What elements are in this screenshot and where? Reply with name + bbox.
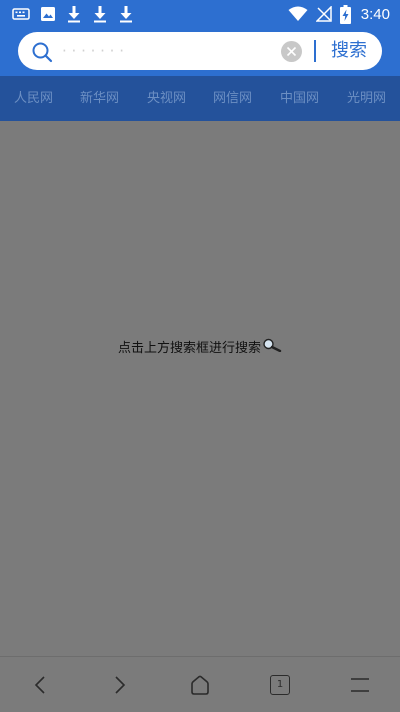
image-icon (40, 6, 56, 22)
battery-charging-icon (339, 4, 351, 24)
tab-cctv[interactable]: 央视网 (147, 76, 186, 121)
bottom-nav: 1 (0, 656, 400, 712)
search-icon (31, 41, 53, 67)
forward-button[interactable] (108, 673, 132, 697)
download-icon (66, 5, 82, 23)
no-signal-icon (315, 6, 332, 22)
clear-button[interactable] (281, 41, 302, 62)
tab-wangxin[interactable]: 网信网 (213, 76, 252, 121)
home-icon (191, 675, 209, 695)
search-input[interactable] (62, 36, 288, 66)
download-icon (118, 5, 134, 23)
content-area: 点击上方搜索框进行搜索 (0, 121, 400, 656)
tab-count: 1 (270, 675, 290, 695)
search-bar: 搜索 (18, 32, 382, 70)
home-button[interactable] (188, 673, 212, 697)
magnifier-icon (262, 338, 282, 356)
search-divider (314, 40, 316, 62)
search-hint-text: 点击上方搜索框进行搜索 (117, 341, 261, 356)
tab-xinhua[interactable]: 新华网 (80, 76, 119, 121)
keyboard-icon (12, 7, 30, 21)
tab-china[interactable]: 中国网 (280, 76, 319, 121)
search-button[interactable]: 搜索 (323, 37, 375, 65)
status-bar: 3:40 (0, 0, 400, 28)
menu-icon (351, 678, 369, 692)
back-button[interactable] (28, 673, 52, 697)
download-icon (92, 5, 108, 23)
search-hint: 点击上方搜索框进行搜索 (0, 337, 400, 356)
back-icon (34, 676, 45, 694)
site-tabs: 人民网 新华网 央视网 网信网 中国网 光明网 (0, 76, 400, 121)
tab-guangming[interactable]: 光明网 (347, 76, 386, 121)
tabs-button[interactable]: 1 (270, 675, 294, 699)
status-time: 3:40 (360, 5, 390, 23)
tab-renmin[interactable]: 人民网 (14, 76, 53, 121)
wifi-icon (288, 6, 308, 22)
menu-button[interactable] (348, 673, 372, 697)
close-icon (286, 46, 297, 57)
top-bar: 3:40 搜索 (0, 0, 400, 76)
system-icons: 3:40 (288, 4, 390, 24)
notification-icons (12, 4, 134, 24)
forward-icon (115, 676, 126, 694)
